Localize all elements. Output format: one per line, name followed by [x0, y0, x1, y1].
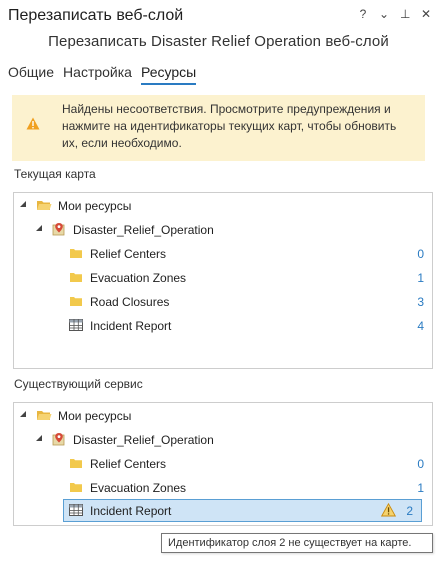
tree-row-map[interactable]: Disaster_Relief_Operation	[14, 429, 432, 451]
title-buttons: ? ⌄ ⊥ ✕	[358, 7, 431, 21]
tree-map-label: Disaster_Relief_Operation	[73, 433, 214, 447]
current-map-tree[interactable]: Мои ресурсы Disaster_Relief_Operation Re…	[13, 192, 433, 369]
menu-chevron-icon[interactable]: ⌄	[379, 7, 389, 21]
overwrite-web-layer-pane: Перезаписать веб-слой ? ⌄ ⊥ ✕ Перезаписа…	[0, 0, 437, 567]
table-name: Incident Report	[90, 504, 172, 518]
tooltip: Идентификатор слоя 2 не существует на ка…	[161, 533, 433, 553]
help-button[interactable]: ?	[358, 7, 368, 21]
tree-row-layer[interactable]: Evacuation Zones 1	[14, 477, 432, 499]
layer-id-link[interactable]: 1	[417, 271, 424, 285]
web-map-icon	[52, 223, 65, 236]
tab-configuration[interactable]: Настройка	[63, 64, 132, 85]
layer-id-link[interactable]: 3	[417, 295, 424, 309]
tree-root-label: Мои ресурсы	[58, 199, 132, 213]
warning-icon[interactable]	[381, 503, 396, 517]
current-map-label: Текущая карта	[14, 167, 96, 181]
tree-row-layer[interactable]: Relief Centers 0	[14, 453, 432, 475]
tree-row-root[interactable]: Мои ресурсы	[14, 405, 432, 427]
layer-name: Relief Centers	[90, 457, 167, 471]
layer-name: Evacuation Zones	[90, 481, 187, 495]
layer-name: Relief Centers	[90, 247, 167, 261]
close-icon[interactable]: ✕	[421, 7, 431, 21]
layer-id-link[interactable]: 0	[417, 247, 424, 261]
tree-row-layer[interactable]: Road Closures 3	[14, 291, 432, 313]
layer-icon	[70, 483, 82, 492]
existing-service-label: Существующий сервис	[14, 377, 143, 391]
collapse-arrow-icon[interactable]	[36, 435, 42, 441]
layer-icon	[70, 273, 82, 282]
layer-id-link[interactable]: 0	[417, 457, 424, 471]
layer-icon	[70, 249, 82, 258]
tree-map-label: Disaster_Relief_Operation	[73, 223, 214, 237]
warning-text: Найдены несоответствия. Просмотрите пред…	[62, 102, 397, 150]
pin-icon[interactable]: ⊥	[400, 7, 410, 21]
folder-open-icon	[37, 411, 52, 420]
pane-title-bar: Перезаписать веб-слой ? ⌄ ⊥ ✕	[0, 0, 437, 32]
table-id-link[interactable]: 2	[406, 504, 413, 518]
collapse-arrow-icon[interactable]	[20, 201, 26, 207]
warning-banner: Найдены несоответствия. Просмотрите пред…	[12, 95, 425, 161]
tree-row-layer[interactable]: Evacuation Zones 1	[14, 267, 432, 289]
existing-service-tree[interactable]: Мои ресурсы Disaster_Relief_Operation Re…	[13, 402, 433, 526]
tab-bar: Общие Настройка Ресурсы	[8, 64, 197, 85]
tree-row-map[interactable]: Disaster_Relief_Operation	[14, 219, 432, 241]
web-map-icon	[52, 433, 65, 446]
warning-icon	[26, 117, 40, 130]
pane-title: Перезаписать веб-слой	[8, 7, 184, 24]
table-icon	[69, 319, 83, 331]
tab-content[interactable]: Ресурсы	[140, 64, 197, 85]
tree-row-table[interactable]: Incident Report 4	[14, 315, 432, 337]
layer-name: Evacuation Zones	[90, 271, 187, 285]
tree-row-layer[interactable]: Relief Centers 0	[14, 243, 432, 265]
tool-subtitle: Перезаписать Disaster Relief Operation в…	[48, 33, 389, 50]
layer-name: Road Closures	[90, 295, 170, 309]
table-icon	[69, 504, 83, 516]
table-id-link[interactable]: 4	[417, 319, 424, 333]
layer-icon	[70, 459, 82, 468]
tab-general[interactable]: Общие	[8, 64, 54, 85]
folder-open-icon	[37, 201, 52, 210]
tree-row-root[interactable]: Мои ресурсы	[14, 195, 432, 217]
collapse-arrow-icon[interactable]	[20, 411, 26, 417]
tree-row-table-selected[interactable]: Incident Report 2	[63, 499, 422, 522]
collapse-arrow-icon[interactable]	[36, 225, 42, 231]
layer-id-link[interactable]: 1	[417, 481, 424, 495]
layer-icon	[70, 297, 82, 306]
tree-root-label: Мои ресурсы	[58, 409, 132, 423]
table-name: Incident Report	[90, 319, 172, 333]
